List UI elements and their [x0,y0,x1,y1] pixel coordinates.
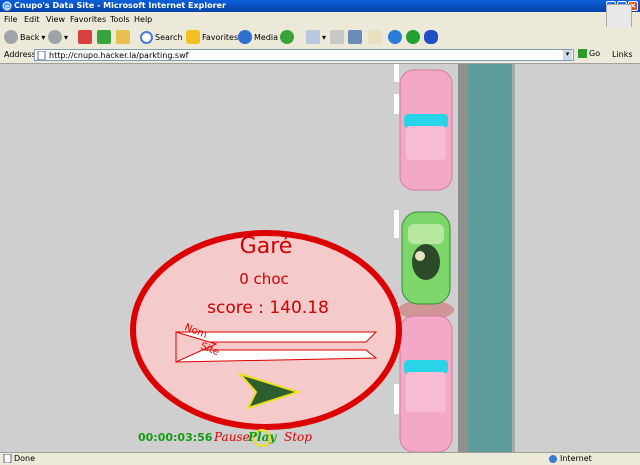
menu-edit[interactable]: Edit [24,15,40,24]
back-button[interactable]: Back ▾ [4,29,45,45]
refresh-icon [97,30,111,44]
address-bar: Address http://cnupo.hacker.la/parkting.… [0,48,640,64]
media-icon [238,30,252,44]
print-button[interactable] [330,29,344,45]
bluetooth-button[interactable] [424,29,438,45]
mail-icon [306,30,320,44]
history-icon [280,30,294,44]
go-button[interactable]: Go [578,49,600,58]
discuss-button[interactable] [368,29,382,45]
park-status: Garé [239,234,293,259]
ie-icon: e [2,1,12,11]
status-bar: Done Internet [0,452,640,465]
favorites-button[interactable]: Favorites [186,29,238,45]
flash-game-area[interactable]: Garé 0 choc score : 140.18 Nom Site 00:0… [0,64,640,452]
page-icon [37,51,46,60]
score-value: score : 140.18 [207,298,329,318]
home-button[interactable] [116,29,130,45]
menu-favorites[interactable]: Favorites [70,15,106,24]
links-button[interactable]: Links [612,50,633,59]
address-label: Address [4,50,36,59]
done-page-icon [3,454,12,463]
parked-pink-car-top [399,69,453,191]
parked-pink-car-bottom [399,315,453,452]
security-zone: Internet [560,454,592,463]
internet-zone-icon [549,455,557,463]
discuss-icon [368,30,382,44]
history-button[interactable] [280,29,294,45]
star-icon [186,30,200,44]
clover-button[interactable] [392,29,420,45]
game-timer: 00:00:03:56 [138,431,213,444]
menu-tools[interactable]: Tools [110,15,130,24]
title-bar: e Cnupo's Data Site - Microsoft Internet… [0,0,640,12]
print-icon [330,30,344,44]
home-icon [116,30,130,44]
stop-button[interactable] [78,29,92,45]
toolbar: Back ▾ ▾ Search Favorites Media ▾ [0,27,640,49]
address-dropdown-icon[interactable]: ▾ [563,50,572,60]
search-icon [140,30,153,44]
svg-text:e: e [5,3,9,11]
address-url: http://cnupo.hacker.la/parkting.swf [49,51,189,60]
menu-bar: File Edit View Favorites Tools Help [0,4,640,34]
mail-button[interactable]: ▾ [306,29,326,45]
status-text: Done [14,454,36,463]
address-input[interactable]: http://cnupo.hacker.la/parkting.swf ▾ [34,49,574,61]
menu-help[interactable]: Help [134,15,152,24]
forward-arrow-icon [48,30,62,44]
media-button[interactable]: Media [238,29,278,45]
go-arrow-icon [578,49,587,58]
play-button[interactable]: Play [248,430,276,444]
pause-button[interactable]: Pause [214,430,250,444]
edit-button[interactable] [348,29,362,45]
menu-view[interactable]: View [46,15,65,24]
stop-game-button[interactable]: Stop [284,430,312,444]
stop-icon [78,30,92,44]
clover-icon [406,30,420,44]
collision-count: 0 choc [239,270,289,288]
edit-icon [348,30,362,44]
bluetooth-icon [424,30,438,44]
refresh-button[interactable] [97,29,111,45]
search-button[interactable]: Search [140,29,182,45]
menu-file[interactable]: File [4,15,17,24]
back-arrow-icon [4,30,18,44]
forward-button[interactable]: ▾ [48,29,68,45]
window-title: Cnupo's Data Site - Microsoft Internet E… [14,1,226,10]
